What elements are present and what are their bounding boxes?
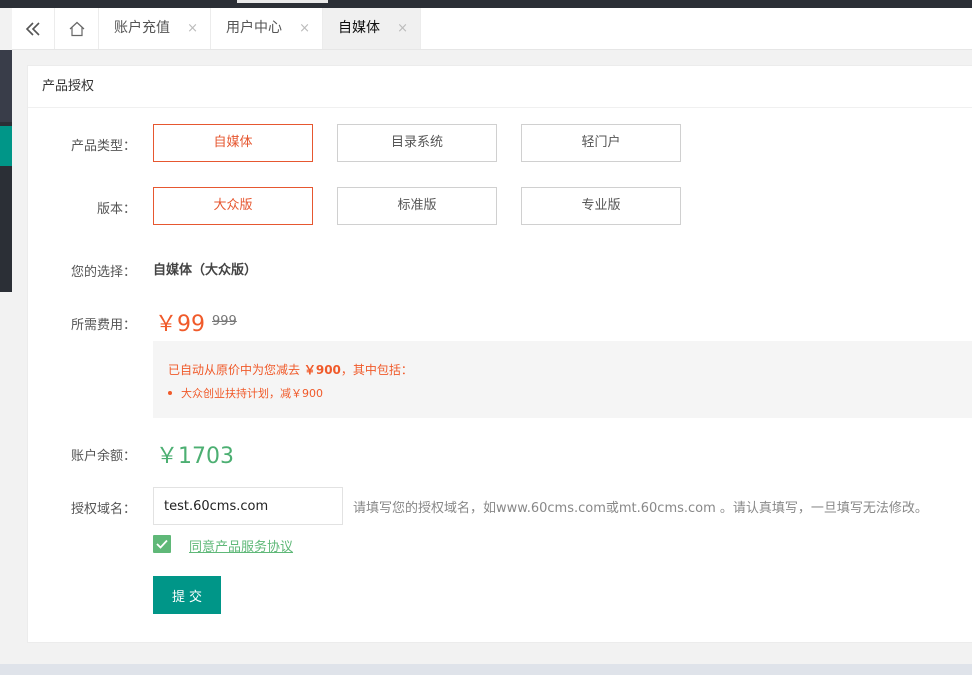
version-option-basic[interactable]: 大众版 bbox=[153, 187, 313, 225]
discount-prefix: 已自动从原价中为您减去 bbox=[168, 363, 301, 377]
tab-home[interactable] bbox=[55, 8, 99, 49]
balance-label: 账户余额： bbox=[70, 449, 136, 464]
tab-label: 自媒体 bbox=[338, 20, 380, 36]
check-icon bbox=[156, 539, 168, 549]
product-type-option-light-portal[interactable]: 轻门户 bbox=[521, 124, 681, 162]
collapse-tabs-button[interactable] bbox=[12, 8, 55, 49]
price-value: ￥99 bbox=[155, 312, 205, 337]
domain-label: 授权域名： bbox=[70, 502, 136, 517]
product-license-card: 产品授权 产品类型： 自媒体 目录系统 轻门户 版本： 大众版 标准版 专业版 … bbox=[27, 65, 972, 643]
bottom-strip bbox=[0, 664, 972, 675]
sidebar-block bbox=[0, 50, 12, 122]
domain-hint: 请填写您的授权域名，如www.60cms.com或mt.60cms.com 。请… bbox=[353, 501, 928, 516]
discount-item: 大众创业扶持计划，减￥900 bbox=[168, 385, 323, 401]
sidebar-edge bbox=[0, 50, 12, 292]
discount-info-box: 已自动从原价中为您减去 ￥900，其中包括： 大众创业扶持计划，减￥900 bbox=[153, 341, 972, 418]
tab-bar: 账户充值 × 用户中心 × 自媒体 × bbox=[12, 8, 972, 50]
balance-value: ￥1703 bbox=[156, 444, 234, 469]
product-type-label: 产品类型： bbox=[70, 139, 136, 154]
close-icon[interactable]: × bbox=[397, 8, 408, 49]
double-chevron-left-icon bbox=[25, 22, 40, 36]
agreement-checkbox[interactable] bbox=[153, 535, 171, 553]
tab-self-media[interactable]: 自媒体 × bbox=[323, 8, 421, 49]
tab-label: 用户中心 bbox=[226, 20, 282, 36]
original-price: 999 bbox=[212, 314, 237, 329]
version-option-standard[interactable]: 标准版 bbox=[337, 187, 497, 225]
version-option-pro[interactable]: 专业版 bbox=[521, 187, 681, 225]
top-strip-chip bbox=[237, 0, 328, 3]
domain-input[interactable] bbox=[153, 487, 343, 525]
home-icon bbox=[69, 21, 85, 37]
tab-user-center[interactable]: 用户中心 × bbox=[211, 8, 323, 49]
version-label: 版本： bbox=[96, 202, 136, 217]
bullet-icon bbox=[168, 391, 172, 395]
choice-label: 您的选择： bbox=[70, 265, 136, 280]
choice-value: 自媒体（大众版） bbox=[153, 263, 258, 278]
discount-item-text: 大众创业扶持计划，减￥900 bbox=[181, 387, 323, 400]
close-icon[interactable]: × bbox=[187, 8, 198, 49]
fee-label: 所需费用： bbox=[70, 318, 136, 333]
discount-summary: 已自动从原价中为您减去 ￥900，其中包括： bbox=[168, 361, 413, 378]
product-type-option-self-media[interactable]: 自媒体 bbox=[153, 124, 313, 162]
submit-button[interactable]: 提交 bbox=[153, 576, 221, 614]
sidebar-active-item[interactable] bbox=[0, 126, 12, 166]
discount-amount: ￥900 bbox=[303, 363, 341, 377]
discount-suffix: ，其中包括： bbox=[340, 363, 413, 377]
agreement-link[interactable]: 同意产品服务协议 bbox=[189, 536, 293, 555]
product-type-option-directory[interactable]: 目录系统 bbox=[337, 124, 497, 162]
tab-account-recharge[interactable]: 账户充值 × bbox=[99, 8, 211, 49]
top-strip bbox=[0, 0, 972, 8]
card-title: 产品授权 bbox=[28, 66, 972, 108]
tab-label: 账户充值 bbox=[114, 20, 170, 36]
close-icon[interactable]: × bbox=[299, 8, 310, 49]
